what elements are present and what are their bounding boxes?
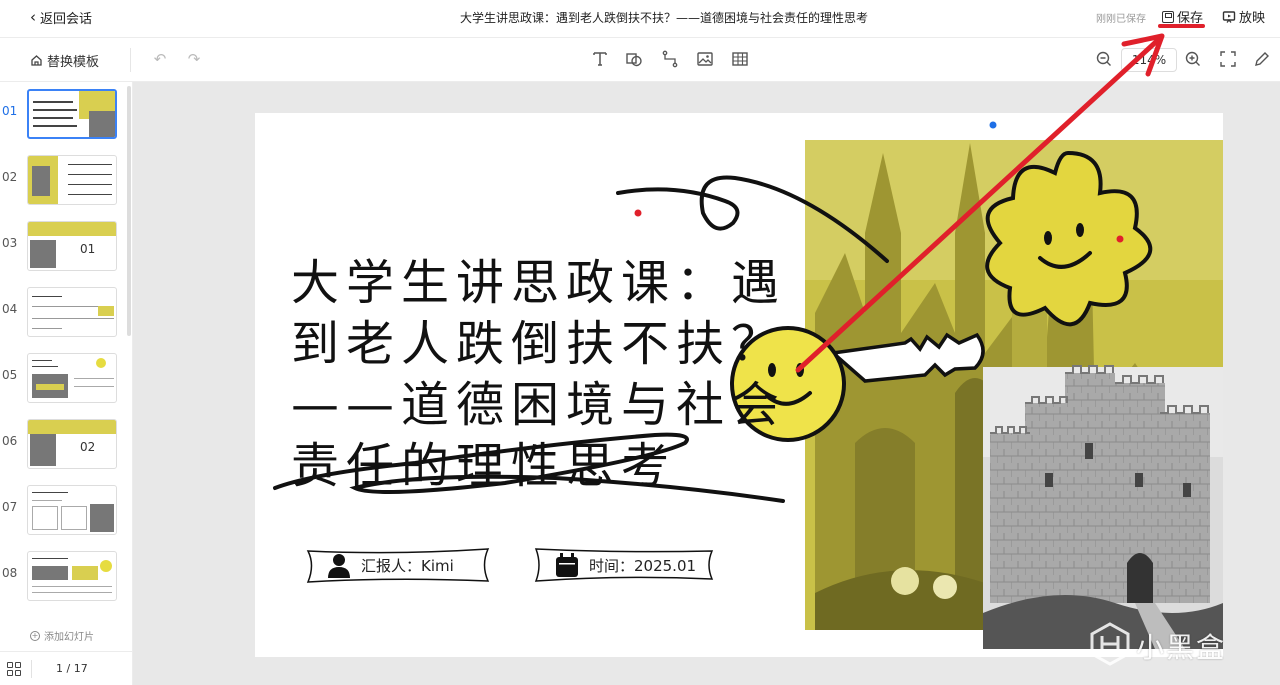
toolbar-divider (130, 48, 131, 72)
play-label: 放映 (1239, 11, 1266, 26)
thumbnail-preview (27, 89, 117, 139)
image-tool-icon[interactable] (695, 49, 715, 69)
connector-tool-icon[interactable] (660, 49, 680, 69)
slide-thumbnail-8[interactable]: 08 (0, 548, 133, 601)
slide-number: 06 (2, 434, 18, 448)
slide-number: 05 (2, 368, 18, 382)
back-label: 返回会话 (40, 12, 93, 27)
red-marker-dot (634, 209, 642, 217)
page-counter: 1 / 17 (56, 662, 88, 675)
fit-screen-icon[interactable] (1218, 49, 1238, 69)
zoom-in-icon[interactable] (1183, 49, 1203, 69)
reporter-tag[interactable]: 汇报人：Kimi (305, 547, 491, 583)
zoom-level-field[interactable]: 114% (1121, 48, 1177, 72)
slide-thumbnail-2[interactable]: 02 (0, 152, 133, 205)
table-tool-icon[interactable] (730, 49, 750, 69)
slide-thumbnail-7[interactable]: 07 (0, 482, 133, 535)
save-label: 保存 (1177, 11, 1204, 26)
slide-number: 03 (2, 236, 18, 250)
edit-pen-icon[interactable] (1252, 49, 1272, 69)
reporter-text: 汇报人：Kimi (361, 556, 454, 575)
slide-thumbnail-1[interactable]: 01 (0, 86, 133, 139)
add-slide-label: 添加幻灯片 (44, 632, 94, 643)
redo-icon[interactable]: ↷ (184, 49, 204, 69)
slide-thumbnail-4[interactable]: 04 (0, 284, 133, 337)
blue-selection-dot (989, 121, 997, 129)
grid-view-icon[interactable] (7, 662, 21, 676)
zoom-out-icon[interactable] (1094, 49, 1114, 69)
undo-icon[interactable]: ↶ (150, 49, 170, 69)
sidebar-footer: 1 / 17 (0, 651, 133, 685)
thumbnail-preview (27, 551, 117, 601)
slide-number: 01 (2, 104, 18, 118)
chevron-left-icon: ‹ (30, 8, 36, 26)
save-button[interactable]: 保存 (1162, 7, 1203, 26)
thumbnail-preview (27, 353, 117, 403)
slide-number: 08 (2, 566, 18, 580)
thumbnail-preview (27, 485, 117, 535)
castle-photo (983, 365, 1223, 649)
slide-title[interactable]: 大学生讲思政课：遇到老人跌倒扶不扶？——道德困境与社会责任的理性思考 (291, 253, 791, 497)
replace-template-label: 替换模板 (47, 55, 100, 70)
shape-tool-icon[interactable] (624, 49, 644, 69)
add-slide-button[interactable]: + 添加幻灯片 (30, 628, 94, 643)
slide-thumbnail-6[interactable]: 06 02 (0, 416, 133, 469)
red-marker-dot (1116, 235, 1124, 243)
current-slide[interactable]: 大学生讲思政课：遇到老人跌倒扶不扶？——道德困境与社会责任的理性思考 汇报人：K… (255, 113, 1223, 657)
thumbnail-preview (27, 155, 117, 205)
calendar-icon (556, 553, 578, 577)
document-title: 大学生讲思政课：遇到老人跌倒扶不扶？——道德困境与社会责任的理性思考 (460, 11, 869, 25)
editor-canvas[interactable]: 大学生讲思政课：遇到老人跌倒扶不扶？——道德困境与社会责任的理性思考 汇报人：K… (133, 82, 1280, 685)
play-button[interactable]: 放映 (1222, 7, 1265, 26)
editor-toolbar: 替换模板 ↶ ↷ 114% (0, 38, 1280, 82)
slide-thumbnail-sidebar: 01 02 03 01 04 05 06 02 07 08 + 添加幻灯片 1 … (0, 82, 133, 685)
time-tag[interactable]: 时间：2025.01 (533, 547, 715, 583)
present-icon (1222, 10, 1236, 23)
replace-template-button[interactable]: 替换模板 (30, 51, 99, 70)
thumbnail-preview: 02 (27, 419, 117, 469)
slide-thumbnail-5[interactable]: 05 (0, 350, 133, 403)
slide-number: 04 (2, 302, 18, 316)
thumbnail-preview: 01 (27, 221, 117, 271)
slide-number: 07 (2, 500, 18, 514)
save-status: 刚刚已保存 (1096, 14, 1146, 25)
template-icon (31, 55, 42, 66)
user-icon (328, 554, 350, 578)
back-to-conversation-button[interactable]: ‹ 返回会话 (30, 8, 93, 28)
thumbnail-preview (27, 287, 117, 337)
text-tool-icon[interactable] (590, 49, 610, 69)
time-text: 时间：2025.01 (589, 556, 697, 575)
slide-thumbnail-3[interactable]: 03 01 (0, 218, 133, 271)
footer-divider (31, 660, 32, 678)
plus-circle-icon: + (30, 630, 40, 641)
top-bar: ‹ 返回会话 大学生讲思政课：遇到老人跌倒扶不扶？——道德困境与社会责任的理性思… (0, 0, 1280, 38)
save-icon (1162, 10, 1174, 23)
slide-number: 02 (2, 170, 18, 184)
